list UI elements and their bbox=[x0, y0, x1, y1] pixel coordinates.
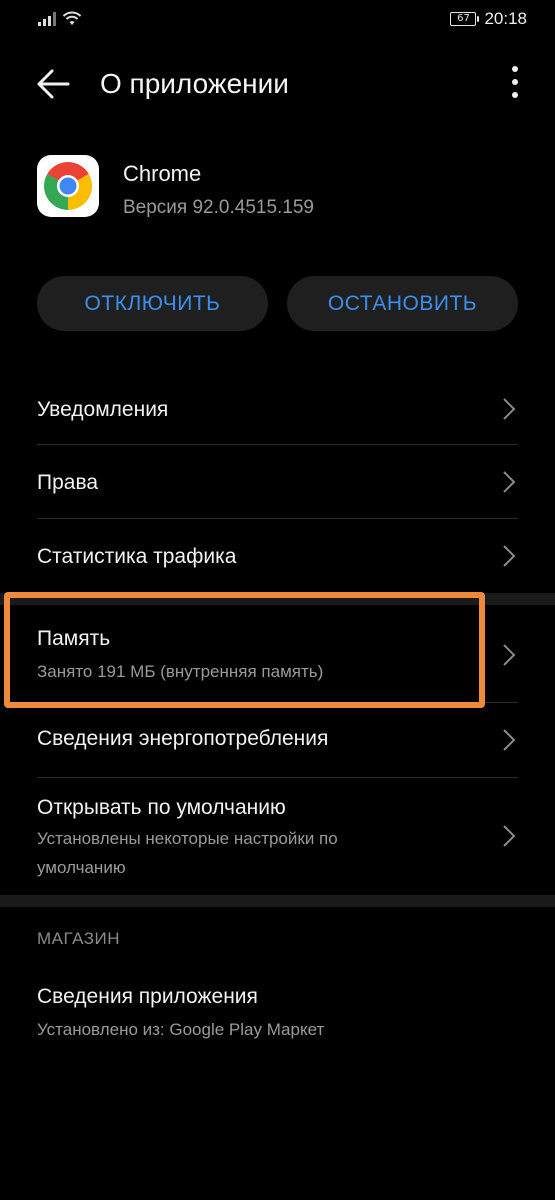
store-header-label: МАГАЗИН bbox=[37, 929, 120, 948]
app-details-label: Сведения приложения bbox=[37, 985, 258, 1008]
back-button[interactable] bbox=[32, 62, 76, 106]
list-item-open-by-default[interactable]: Открывать по умолчанию Установлены некот… bbox=[37, 778, 518, 895]
chevron-right-icon bbox=[503, 644, 516, 666]
app-header: Chrome Версия 92.0.4515.159 bbox=[37, 155, 518, 221]
list-item-battery[interactable]: Сведения энергопотребления bbox=[37, 703, 518, 777]
action-buttons: ОТКЛЮЧИТЬ ОСТАНОВИТЬ bbox=[37, 276, 518, 331]
store-section-header: МАГАЗИН bbox=[0, 907, 555, 969]
more-options-button[interactable] bbox=[505, 62, 525, 106]
battery-label: Сведения энергопотребления bbox=[37, 727, 329, 750]
chevron-right-icon bbox=[503, 545, 516, 567]
more-vert-icon bbox=[512, 66, 518, 98]
list-item-data-usage[interactable]: Статистика трафика bbox=[37, 519, 518, 593]
app-name: Chrome bbox=[123, 161, 202, 186]
chevron-right-icon bbox=[503, 729, 516, 751]
storage-subtitle: Занято 191 МБ (внутренняя память) bbox=[37, 662, 324, 681]
list-item-notifications[interactable]: Уведомления bbox=[37, 372, 518, 444]
chevron-right-icon bbox=[503, 825, 516, 847]
notifications-label: Уведомления bbox=[37, 398, 169, 421]
status-right: 67 20:18 bbox=[450, 9, 527, 29]
section-gap bbox=[0, 895, 555, 907]
disable-button[interactable]: ОТКЛЮЧИТЬ bbox=[37, 276, 268, 331]
list-item-permissions[interactable]: Права bbox=[37, 445, 518, 518]
back-arrow-icon bbox=[37, 69, 70, 99]
wifi-icon bbox=[62, 11, 82, 25]
force-stop-button[interactable]: ОСТАНОВИТЬ bbox=[287, 276, 518, 331]
status-left bbox=[38, 11, 82, 26]
status-bar: 67 20:18 bbox=[0, 0, 555, 40]
app-icon bbox=[37, 155, 99, 217]
storage-label: Память bbox=[37, 627, 111, 650]
app-bar: О приложении bbox=[0, 50, 555, 116]
chevron-right-icon bbox=[503, 471, 516, 493]
list-item-app-details[interactable]: Сведения приложения Установлено из: Goog… bbox=[37, 969, 518, 1069]
settings-list: Уведомления Права Статистика трафика Пам… bbox=[0, 372, 555, 1069]
permissions-label: Права bbox=[37, 471, 99, 494]
app-details-subtitle: Установлено из: Google Play Маркет bbox=[37, 1020, 325, 1039]
signal-icon bbox=[38, 12, 56, 26]
app-version: Версия 92.0.4515.159 bbox=[123, 197, 314, 218]
section-gap bbox=[0, 593, 555, 605]
chevron-right-icon bbox=[503, 398, 516, 420]
battery-icon: 67 bbox=[450, 12, 480, 26]
open-by-default-label: Открывать по умолчанию bbox=[37, 796, 286, 819]
list-item-storage[interactable]: Память Занято 191 МБ (внутренняя память) bbox=[37, 605, 518, 702]
data-usage-label: Статистика трафика bbox=[37, 545, 237, 568]
open-by-default-subtitle: Установлены некоторые настройки по умолч… bbox=[37, 829, 338, 877]
chrome-logo-icon bbox=[44, 162, 92, 210]
page-title: О приложении bbox=[100, 68, 289, 99]
clock: 20:18 bbox=[484, 9, 527, 28]
